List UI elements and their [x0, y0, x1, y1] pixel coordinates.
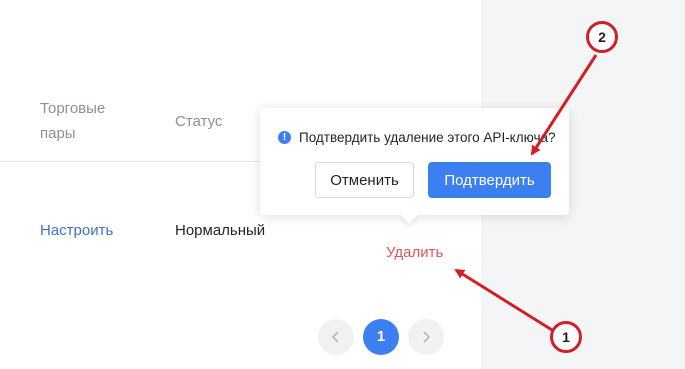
arrow-to-delete: [454, 268, 553, 332]
arrow-to-confirm: [530, 54, 598, 156]
annotation-step-1: 1: [550, 321, 582, 353]
annotation-step-2: 2: [586, 21, 618, 53]
annotation-arrows: [454, 54, 598, 332]
